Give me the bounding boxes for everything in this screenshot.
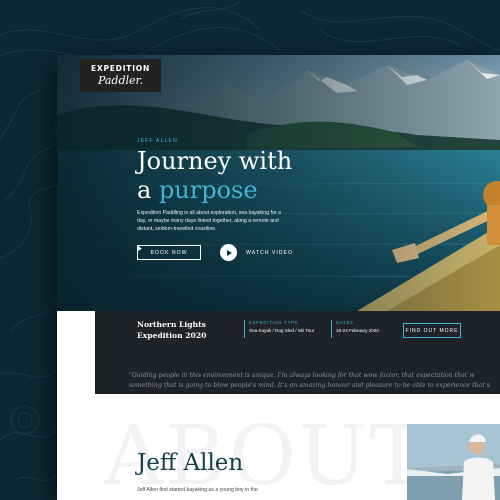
headline-accent: purpose xyxy=(158,176,258,204)
expedition-type-label: EXPEDITION TYPE xyxy=(249,320,299,325)
divider xyxy=(331,320,332,338)
hero-eyebrow: JEFF ALLEN xyxy=(137,138,178,144)
expedition-type-value: Sea Kayak / Dog Sled / Ski Tour xyxy=(249,328,315,333)
book-now-label: BOOK NOW xyxy=(150,249,188,256)
logo-line2: Paddler. xyxy=(97,74,144,87)
expedition-title: Northern Lights Expedition 2020 xyxy=(137,320,207,340)
headline-a: a xyxy=(137,176,159,204)
expedition-dates-value: 16-24 February 2020 xyxy=(336,328,379,333)
guide-quote: "Guiding people in this environment is u… xyxy=(95,364,500,394)
play-video-button[interactable] xyxy=(220,244,237,261)
about-text: Jeff Allen first started kayaking as a y… xyxy=(137,487,258,493)
site-logo[interactable]: EXPEDITION Paddler. xyxy=(80,59,161,92)
hero-headline: Journey with a purpose xyxy=(137,147,292,205)
watch-video-link[interactable]: WATCH VIDEO xyxy=(246,250,293,256)
expedition-bar: Northern Lights Expedition 2020 EXPEDITI… xyxy=(95,311,500,364)
expedition-dates: DATES 16-24 February 2020 xyxy=(336,320,379,333)
hero-section: EXPEDITION Paddler. JEFF ALLEN Journey w… xyxy=(57,55,500,311)
website-page: EXPEDITION Paddler. JEFF ALLEN Journey w… xyxy=(57,55,500,500)
about-name: Jeff Allen xyxy=(137,450,244,476)
book-now-button[interactable]: BOOK NOW xyxy=(137,245,201,260)
hero-intro: Expedition Paddling is all about explora… xyxy=(137,210,281,232)
find-out-more-button[interactable]: FIND OUT MORE xyxy=(403,323,461,338)
quote-line1: "Guiding people in this environment is u… xyxy=(129,372,475,379)
arrow-right-icon xyxy=(138,246,142,251)
divider xyxy=(244,320,245,338)
play-icon xyxy=(226,249,232,256)
about-photo xyxy=(407,424,500,500)
quote-line2: something that is going to blow people's… xyxy=(129,381,490,389)
expedition-type: EXPEDITION TYPE Sea Kayak / Dog Sled / S… xyxy=(249,320,314,333)
headline-line1: Journey with xyxy=(137,147,293,175)
expedition-dates-label: DATES xyxy=(336,320,354,325)
logo-line1: EXPEDITION xyxy=(90,64,151,73)
